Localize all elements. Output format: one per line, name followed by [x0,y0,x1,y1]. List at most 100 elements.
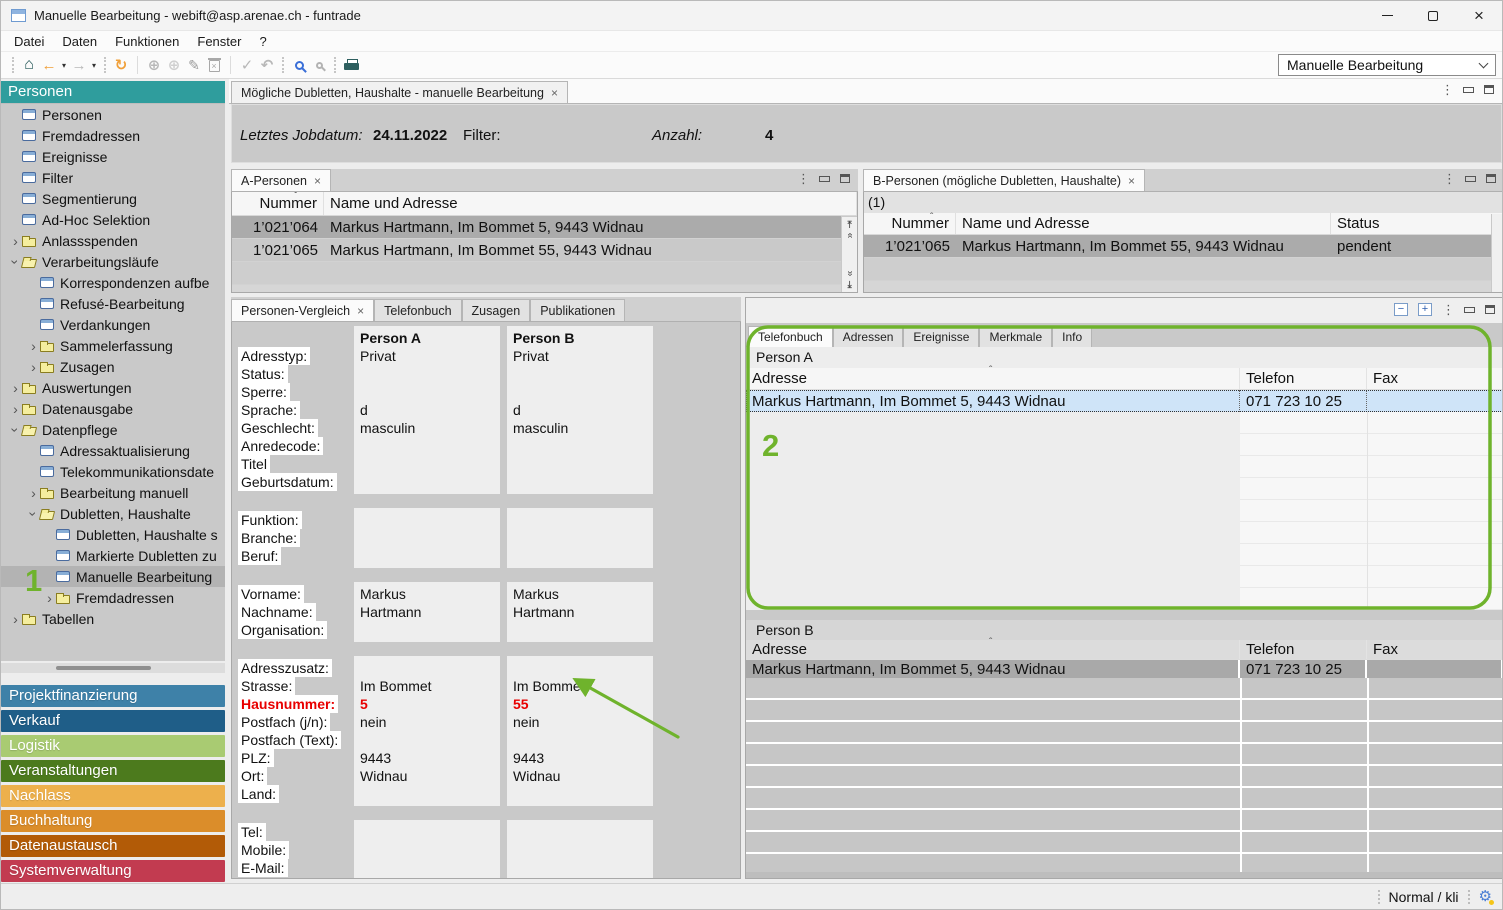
column-header-name[interactable]: Name und Adresse [324,192,857,215]
tree-item[interactable]: Segmentierung [1,188,225,209]
tab-moegliche-dubletten[interactable]: Mögliche Dubletten, Haushalte - manuelle… [231,81,568,103]
panel-minimize-icon[interactable] [1465,176,1476,182]
column-header-telefon[interactable]: Telefon [1240,640,1367,659]
module-button[interactable]: Logistik [1,735,225,757]
expander-icon[interactable] [27,359,40,375]
tree-item[interactable]: Bearbeitung manuell [1,482,225,503]
column-header-adresse[interactable]: Adresse [746,368,1240,389]
back-icon[interactable]: ← [39,54,59,76]
column-header-telefon[interactable]: Telefon [1240,368,1367,389]
tree-item[interactable]: Datenausgabe [1,398,225,419]
toolbar-grip[interactable] [104,57,106,73]
tab-close-icon[interactable]: × [314,175,321,187]
tab-ereignisse[interactable]: Ereignisse [903,326,979,347]
menu-item[interactable]: Daten [53,31,106,51]
print-icon[interactable] [341,54,361,76]
tree-item[interactable]: Ereignisse [1,146,225,167]
toolbar-grip[interactable] [12,57,14,73]
tab-b-personen[interactable]: B-Personen (mögliche Dubletten, Haushalt… [863,169,1145,191]
window-maximize-button[interactable] [1410,1,1456,30]
tree-item[interactable]: Sammelerfassung [1,335,225,356]
window-minimize-button[interactable] [1364,1,1410,30]
home-icon[interactable]: ⌂ [19,54,39,76]
column-header-name[interactable]: Name und Adresse [956,213,1331,234]
tree-item[interactable]: Adressaktualisierung [1,440,225,461]
tab-telefonbuch-detail[interactable]: Telefonbuch [748,326,833,347]
tree-item[interactable]: Ad-Hoc Selektion [1,209,225,230]
tree-item[interactable]: Filter [1,167,225,188]
module-button[interactable]: Verkauf [1,710,225,732]
panel-menu-icon[interactable]: ⋮ [797,172,809,185]
tree-item[interactable]: Korrespondenzen aufbe [1,272,225,293]
table-row[interactable]: 1’021’064 Markus Hartmann, Im Bommet 5, … [232,216,841,239]
toolbar-grip[interactable] [334,57,336,73]
expander-icon[interactable] [9,611,22,627]
expander-icon[interactable] [9,233,22,249]
back-history-caret-icon[interactable]: ▾ [59,54,69,76]
tree-item[interactable]: Anlassspenden [1,230,225,251]
tree-item[interactable]: Zusagen [1,356,225,377]
panel-minimize-icon[interactable] [1464,307,1475,313]
scroll-bottom-icon[interactable]: ⇥ [844,280,855,288]
refresh-icon[interactable]: ↻ [111,54,131,76]
forward-history-caret-icon[interactable]: ▾ [89,54,99,76]
edit-icon[interactable]: ✎ [184,54,204,76]
tree-item[interactable]: Verdankungen [1,314,225,335]
tree-item[interactable]: Tabellen [1,608,225,629]
scroll-top-icon[interactable]: ⇤ [844,220,855,228]
menu-item[interactable]: Fenster [188,31,250,51]
scrollbar-thumb[interactable] [56,666,151,670]
horizontal-scrollbar[interactable] [746,872,1502,878]
forward-icon[interactable]: → [69,54,89,76]
module-button[interactable]: Datenaustausch [1,835,225,857]
tab-close-icon[interactable]: × [357,305,364,317]
module-button[interactable]: Veranstaltungen [1,760,225,782]
tree-item[interactable]: Markierte Dubletten zu [1,545,225,566]
delete-icon[interactable]: × [204,54,224,76]
undo-icon[interactable]: ↶ [257,54,277,76]
tab-close-icon[interactable]: × [1128,175,1135,187]
tree-item[interactable]: Verarbeitungsläufe [1,251,225,272]
module-button[interactable]: Systemverwaltung [1,860,225,882]
column-header-nummer[interactable]: Nummer [232,192,324,215]
expander-icon[interactable] [43,590,56,606]
column-header-fax[interactable]: Fax [1367,640,1502,659]
module-button[interactable]: Projektfinanzierung [1,685,225,707]
tab-telefonbuch[interactable]: Telefonbuch [374,299,461,321]
column-header-status[interactable]: Status [1331,213,1502,234]
module-button[interactable]: Buchhaltung [1,810,225,832]
panel-maximize-icon[interactable] [840,174,850,183]
panel-minimize-icon[interactable] [819,176,830,182]
module-button[interactable]: Nachlass [1,785,225,807]
panel-maximize-icon[interactable] [1484,85,1494,94]
collapse-all-icon[interactable]: − [1394,303,1408,316]
tab-a-personen[interactable]: A-Personen × [231,169,331,191]
gear-icon[interactable]: ⚙ [1479,889,1492,904]
menu-item[interactable]: Datei [5,31,53,51]
tree-item[interactable]: Refusé-Bearbeitung [1,293,225,314]
tree-item[interactable]: Datenpflege [1,419,225,440]
tree-item[interactable]: Personen [1,104,225,125]
panel-menu-icon[interactable]: ⋮ [1443,172,1455,185]
table-row[interactable]: 1’021’065 Markus Hartmann, Im Bommet 55,… [232,239,841,262]
panel-maximize-icon[interactable] [1485,305,1495,314]
expand-all-icon[interactable]: + [1418,303,1432,316]
tree-item[interactable]: Dubletten, Haushalte [1,503,225,524]
scroll-pageup-icon[interactable]: « [844,233,855,239]
search-secondary-icon[interactable] [309,54,329,76]
tree-item[interactable]: Manuelle Bearbeitung [1,566,225,587]
search-icon[interactable] [289,54,309,76]
phonebook-row-person-a[interactable]: Markus Hartmann, Im Bommet 5, 9443 Widna… [746,390,1502,412]
tab-personen-vergleich[interactable]: Personen-Vergleich × [231,299,374,321]
expander-icon[interactable] [27,338,40,354]
add-copy-icon[interactable]: ⊕ [164,54,184,76]
expander-icon[interactable] [9,401,22,417]
tab-publikationen[interactable]: Publikationen [530,299,625,321]
add-icon[interactable]: ⊕ [144,54,164,76]
tab-zusagen[interactable]: Zusagen [462,299,531,321]
view-selector-dropdown[interactable]: Manuelle Bearbeitung [1278,54,1496,76]
expander-icon[interactable] [27,485,40,501]
tab-info[interactable]: Info [1052,326,1092,347]
menu-item[interactable]: ? [250,31,275,51]
column-header-adresse[interactable]: Adresse [746,640,1240,659]
